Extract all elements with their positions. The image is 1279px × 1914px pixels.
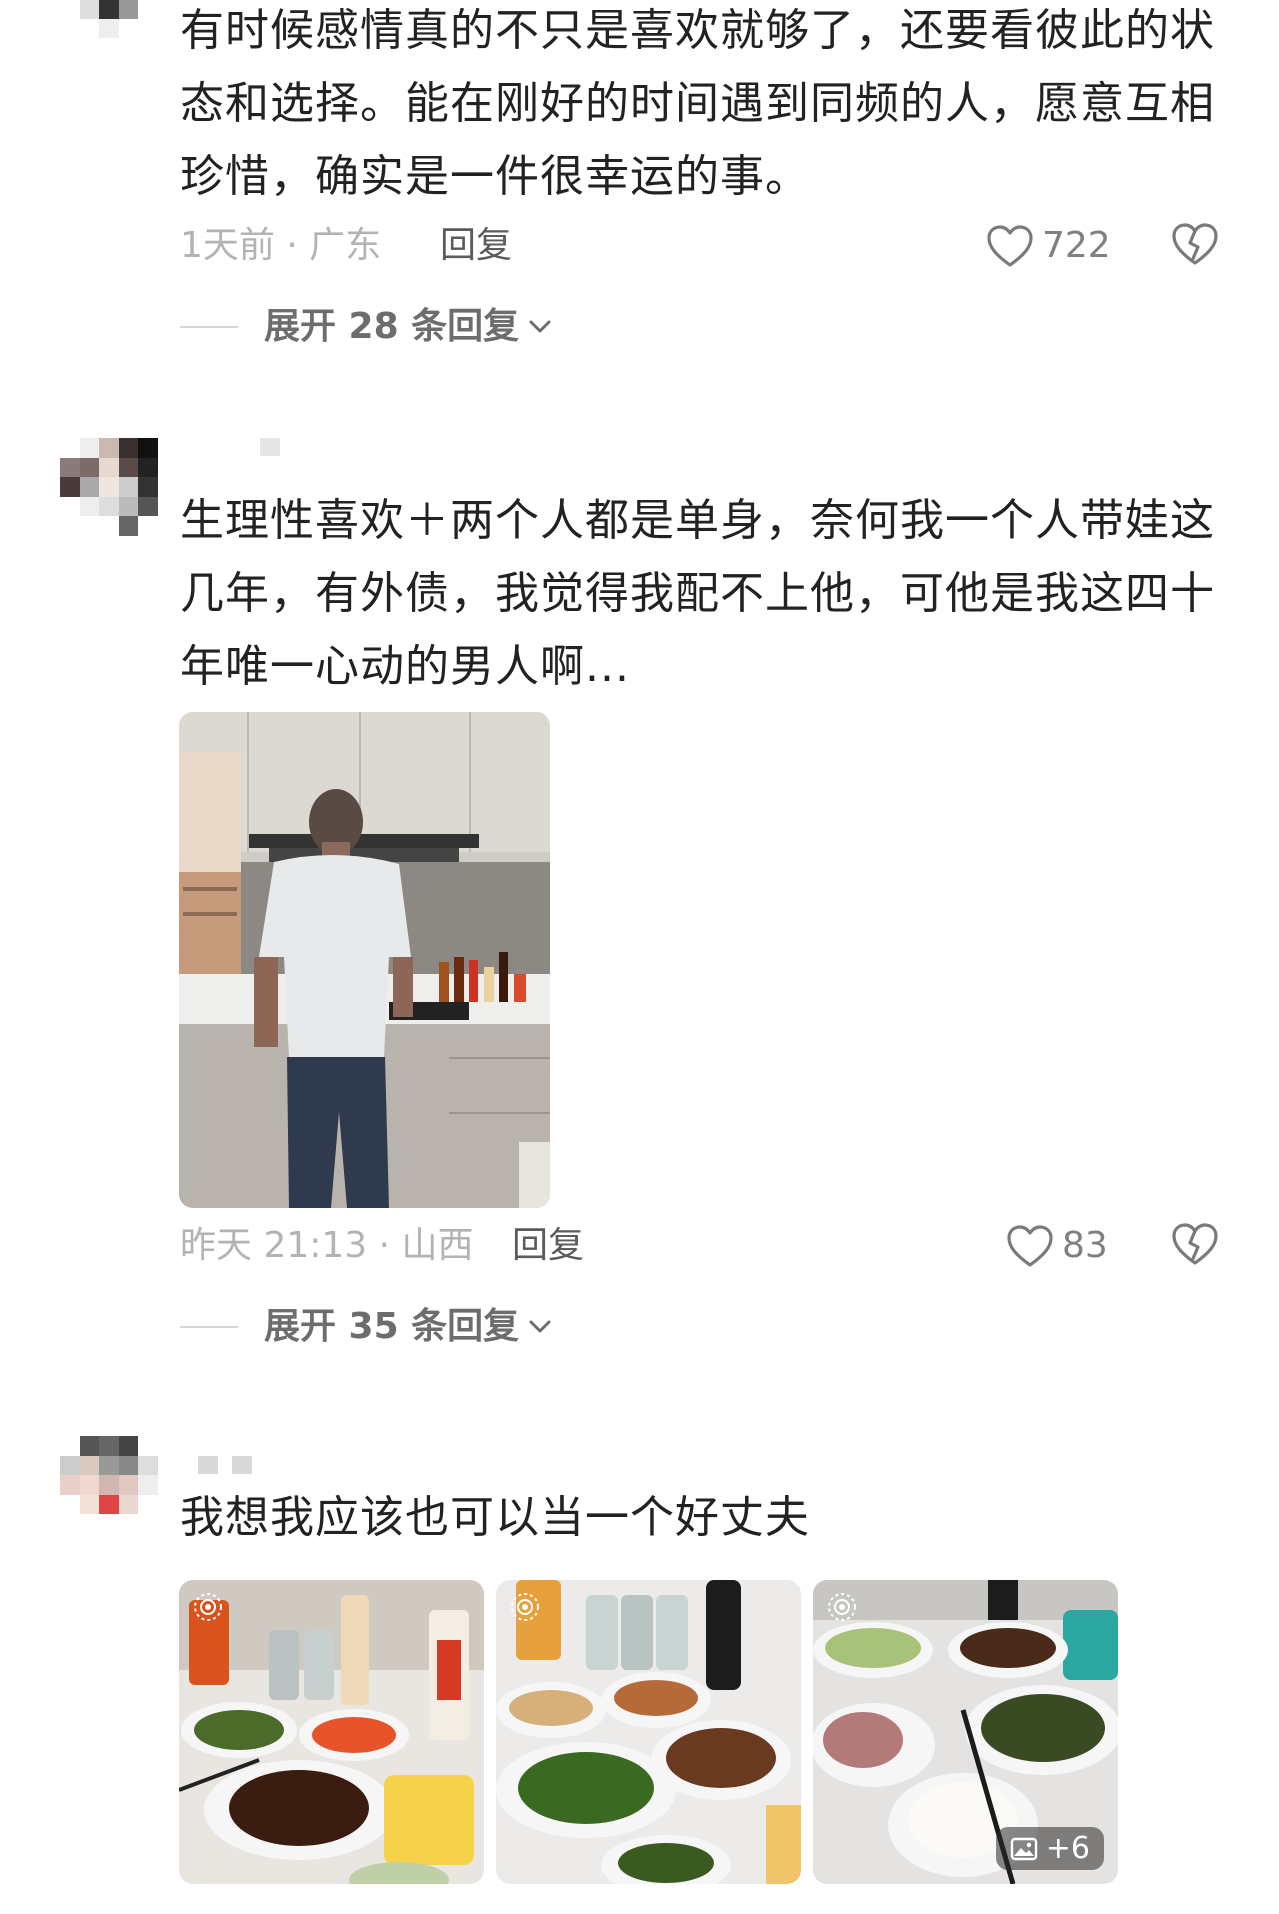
time-location: 昨天 21:13 · 山西 bbox=[180, 1225, 474, 1266]
divider bbox=[180, 326, 238, 328]
like-button[interactable]: 83 bbox=[1006, 1221, 1108, 1271]
more-images-count: +6 bbox=[1045, 1831, 1090, 1866]
comment-image[interactable] bbox=[179, 1580, 484, 1884]
heart-outline-icon bbox=[987, 225, 1033, 267]
comment-image[interactable] bbox=[496, 1580, 801, 1884]
comment-image[interactable] bbox=[179, 712, 550, 1208]
broken-heart-icon bbox=[1172, 223, 1218, 265]
broken-heart-icon bbox=[1172, 1223, 1218, 1265]
time-location: 1天前 · 广东 bbox=[180, 225, 382, 266]
chevron-down-icon bbox=[529, 1320, 551, 1333]
divider bbox=[180, 1326, 238, 1328]
heart-outline-icon bbox=[1007, 1225, 1053, 1267]
avatar[interactable] bbox=[60, 438, 158, 536]
expand-replies[interactable]: 展开 28 条回复 bbox=[180, 302, 551, 352]
image-icon bbox=[1010, 1837, 1037, 1860]
chevron-down-icon bbox=[529, 320, 551, 333]
expand-replies[interactable]: 展开 35 条回复 bbox=[180, 1302, 551, 1352]
like-count: 83 bbox=[1062, 1225, 1108, 1266]
username[interactable] bbox=[198, 1456, 252, 1474]
comment-meta: 昨天 21:13 · 山西 回复 83 bbox=[180, 1221, 1240, 1271]
avatar[interactable] bbox=[60, 1436, 158, 1534]
expand-label: 展开 35 条回复 bbox=[264, 1306, 520, 1347]
username[interactable] bbox=[260, 438, 280, 456]
reply-button[interactable]: 回复 bbox=[440, 221, 512, 271]
comment-text: 生理性喜欢＋两个人都是单身，奈何我一个人带娃这几年，有外债，我觉得我配不上他，可… bbox=[180, 495, 1215, 692]
comment-text: 我想我应该也可以当一个好丈夫 bbox=[180, 1492, 810, 1543]
avatar[interactable] bbox=[60, 0, 158, 58]
reply-button[interactable]: 回复 bbox=[512, 1221, 584, 1271]
more-images-badge[interactable]: +6 bbox=[995, 1827, 1104, 1870]
live-photo-icon bbox=[194, 1593, 222, 1621]
comment-text: 有时候感情真的不只是喜欢就够了，还要看彼此的状态和选择。能在刚好的时间遇到同频的… bbox=[180, 5, 1215, 202]
dislike-button[interactable] bbox=[1170, 1221, 1220, 1281]
live-photo-icon bbox=[511, 1593, 539, 1621]
like-count: 722 bbox=[1042, 225, 1111, 266]
like-button[interactable]: 722 bbox=[986, 221, 1111, 271]
live-photo-icon bbox=[828, 1593, 856, 1621]
comment-meta: 1天前 · 广东 回复 722 bbox=[180, 221, 1240, 271]
comment-image[interactable]: +6 bbox=[813, 1580, 1118, 1884]
dislike-button[interactable] bbox=[1170, 221, 1220, 281]
expand-label: 展开 28 条回复 bbox=[264, 306, 520, 347]
